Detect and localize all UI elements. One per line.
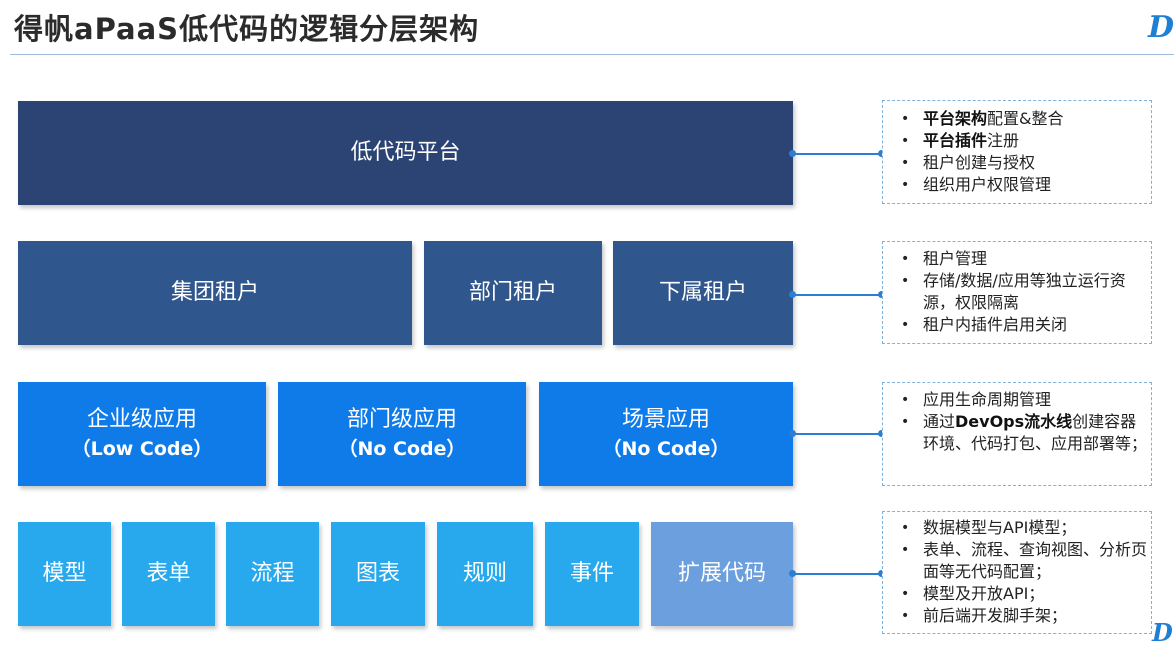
note-item: 模型及开放API；	[883, 583, 1151, 605]
app-notes: 应用生命周期管理 通过DevOps流水线创建容器环境、代码打包、应用部署等；	[882, 382, 1152, 486]
tenant-group: 集团租户	[18, 241, 412, 345]
tenant-department: 部门租户	[424, 241, 602, 345]
brand-logo: D	[1148, 10, 1174, 45]
component-flow: 流程	[226, 522, 319, 626]
note-item: 应用生命周期管理	[883, 389, 1151, 411]
note-item: 组织用户权限管理	[883, 174, 1151, 196]
platform-layer: 低代码平台	[18, 101, 793, 205]
app-enterprise: 企业级应用 （Low Code）	[18, 382, 266, 486]
app-sublabel: （Low Code）	[71, 438, 213, 460]
app-scenario: 场景应用 （No Code）	[539, 382, 793, 486]
connector-tenant	[793, 294, 882, 296]
page-title: 得帆aPaaS低代码的逻辑分层架构	[14, 12, 480, 46]
note-item: 通过DevOps流水线创建容器环境、代码打包、应用部署等；	[883, 411, 1151, 455]
tenant-label: 部门租户	[468, 280, 557, 305]
component-rule: 规则	[437, 522, 533, 626]
component-label: 规则	[462, 561, 507, 586]
component-label: 流程	[250, 561, 295, 586]
brand-logo-small: D	[1152, 618, 1173, 647]
note-item: 数据模型与API模型；	[883, 517, 1151, 539]
tenant-label: 下属租户	[658, 280, 747, 305]
connector-component	[793, 573, 882, 575]
app-sublabel: （No Code）	[338, 438, 466, 460]
app-label: 部门级应用	[346, 407, 457, 432]
note-item: 存储/数据/应用等独立运行资源，权限隔离	[883, 270, 1151, 314]
note-item: 租户内插件启用关闭	[883, 314, 1151, 336]
component-label: 表单	[146, 561, 191, 586]
note-item: 租户管理	[883, 248, 1151, 270]
app-sublabel: （No Code）	[602, 438, 730, 460]
tenant-notes: 租户管理 存储/数据/应用等独立运行资源，权限隔离 租户内插件启用关闭	[882, 241, 1152, 344]
platform-notes: 平台架构配置&整合 平台插件注册 租户创建与授权 组织用户权限管理	[882, 100, 1152, 204]
component-label: 图表	[355, 561, 400, 586]
component-label: 扩展代码	[677, 561, 766, 586]
component-chart: 图表	[331, 522, 425, 626]
component-extension: 扩展代码	[651, 522, 793, 626]
tenant-label: 集团租户	[170, 280, 259, 305]
component-model: 模型	[18, 522, 111, 626]
connector-platform	[793, 153, 882, 155]
note-item: 前后端开发脚手架；	[883, 605, 1151, 627]
component-event: 事件	[545, 522, 639, 626]
note-item: 租户创建与授权	[883, 152, 1151, 174]
component-label: 事件	[569, 561, 614, 586]
note-item: 表单、流程、查询视图、分析页面等无代码配置；	[883, 539, 1151, 583]
note-item: 平台插件注册	[883, 130, 1151, 152]
component-label: 模型	[42, 561, 87, 586]
tenant-subsidiary: 下属租户	[613, 241, 793, 345]
title-divider	[10, 54, 1174, 55]
note-item: 平台架构配置&整合	[883, 108, 1151, 130]
app-label: 场景应用	[621, 407, 710, 432]
app-department: 部门级应用 （No Code）	[278, 382, 526, 486]
platform-label: 低代码平台	[350, 140, 461, 165]
component-form: 表单	[122, 522, 215, 626]
component-notes: 数据模型与API模型； 表单、流程、查询视图、分析页面等无代码配置； 模型及开放…	[882, 511, 1152, 634]
connector-app	[793, 433, 882, 435]
app-label: 企业级应用	[86, 407, 197, 432]
